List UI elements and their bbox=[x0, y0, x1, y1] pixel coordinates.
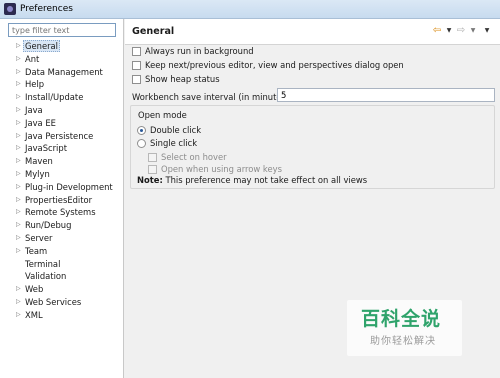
eclipse-app-icon bbox=[4, 3, 16, 15]
tree-item-validation[interactable]: Validation bbox=[0, 270, 124, 283]
preference-tree: ▷ General ▷ Ant ▷ Data Management ▷ Help ▷ In… bbox=[0, 40, 124, 322]
expand-arrow-icon[interactable]: ▷ bbox=[16, 66, 21, 79]
tree-item-javascript[interactable]: ▷ JavaScript bbox=[0, 142, 124, 155]
expand-arrow-icon[interactable]: ▷ bbox=[16, 142, 21, 155]
expand-arrow-icon[interactable]: ▷ bbox=[16, 155, 21, 168]
tree-item-team[interactable]: ▷ Team bbox=[0, 245, 124, 258]
tree-item-remote-systems[interactable]: ▷ Remote Systems bbox=[0, 206, 124, 219]
preference-navigation-pane: ▷General ▷Ant ▷Data Management ▷Help ▷In… bbox=[0, 19, 124, 378]
tree-item-java[interactable]: ▷ Java bbox=[0, 104, 124, 117]
forward-arrow-icon[interactable]: ⇨ bbox=[455, 25, 467, 37]
tree-item-general[interactable]: ▷ General bbox=[0, 40, 124, 53]
expand-arrow-icon[interactable]: ▷ bbox=[16, 91, 21, 104]
always-run-background-checkbox[interactable] bbox=[132, 46, 141, 56]
back-history-dropdown-icon[interactable]: ▼ bbox=[443, 25, 455, 37]
page-title: General bbox=[132, 26, 175, 37]
expand-arrow-icon[interactable]: ▷ bbox=[16, 104, 21, 117]
always-run-background-label: Always run in background bbox=[145, 46, 254, 56]
note-text: Note: This preference may not take effec… bbox=[137, 175, 367, 185]
tree-item-xml[interactable]: ▷ XML bbox=[0, 309, 124, 322]
open-arrow-keys-option[interactable]: Open when using arrow keys bbox=[148, 163, 282, 175]
watermark-sub-text: 助你轻松解决 bbox=[370, 336, 436, 347]
show-heap-status-option[interactable]: Show heap status bbox=[132, 73, 220, 85]
tree-item-run-debug[interactable]: ▷ Run/Debug bbox=[0, 219, 124, 232]
expand-arrow-icon[interactable]: ▷ bbox=[16, 232, 21, 245]
expand-arrow-icon[interactable]: ▷ bbox=[16, 117, 21, 130]
expand-arrow-icon[interactable]: ▷ bbox=[16, 40, 21, 53]
save-interval-label: Workbench save interval (in minutes): bbox=[132, 92, 292, 102]
expand-arrow-icon[interactable]: ▷ bbox=[16, 181, 21, 194]
open-mode-title: Open mode bbox=[138, 110, 187, 120]
open-arrow-keys-checkbox[interactable] bbox=[148, 164, 157, 174]
tree-item-java-persistence[interactable]: ▷ Java Persistence bbox=[0, 130, 124, 143]
double-click-option[interactable]: Double click bbox=[137, 124, 201, 136]
keep-dialog-open-label: Keep next/previous editor, view and pers… bbox=[145, 60, 404, 70]
tree-item-web[interactable]: ▷ Web bbox=[0, 283, 124, 296]
single-click-label: Single click bbox=[150, 138, 198, 148]
watermark-logo: 百科全说 助你轻松解决 bbox=[347, 300, 462, 356]
single-click-radio[interactable] bbox=[137, 138, 146, 148]
tree-item-mylyn[interactable]: ▷ Mylyn bbox=[0, 168, 124, 181]
tree-item-help[interactable]: ▷ Help bbox=[0, 78, 124, 91]
single-click-option[interactable]: Single click bbox=[137, 137, 197, 149]
expand-arrow-icon[interactable]: ▷ bbox=[16, 130, 21, 143]
always-run-background-option[interactable]: Always run in background bbox=[132, 45, 254, 57]
expand-arrow-icon[interactable]: ▷ bbox=[16, 194, 21, 207]
expand-arrow-icon[interactable]: ▷ bbox=[16, 206, 21, 219]
save-interval-field[interactable] bbox=[277, 88, 495, 102]
select-on-hover-checkbox[interactable] bbox=[148, 152, 157, 162]
open-arrow-keys-label: Open when using arrow keys bbox=[161, 164, 282, 174]
tree-item-plug-in-development[interactable]: ▷ Plug-in Development bbox=[0, 181, 124, 194]
filter-input[interactable] bbox=[8, 23, 116, 37]
select-on-hover-label: Select on hover bbox=[161, 152, 227, 162]
expand-arrow-icon[interactable]: ▷ bbox=[16, 219, 21, 232]
show-heap-status-label: Show heap status bbox=[145, 74, 220, 84]
expand-arrow-icon[interactable]: ▷ bbox=[16, 283, 21, 296]
tree-item-ant[interactable]: ▷ Ant bbox=[0, 53, 124, 66]
view-menu-icon[interactable]: ▼ bbox=[481, 25, 493, 37]
tree-item-maven[interactable]: ▷ Maven bbox=[0, 155, 124, 168]
watermark-main-text: 百科全说 bbox=[361, 308, 442, 330]
expand-arrow-icon[interactable]: ▷ bbox=[16, 78, 21, 91]
double-click-label: Double click bbox=[150, 125, 202, 135]
select-on-hover-option[interactable]: Select on hover bbox=[148, 151, 227, 163]
note-message: This preference may not take effect on a… bbox=[165, 175, 368, 185]
keep-dialog-open-checkbox[interactable] bbox=[132, 60, 141, 70]
title-bar: Preferences bbox=[0, 0, 500, 19]
expand-arrow-icon[interactable]: ▷ bbox=[16, 296, 21, 309]
note-label: Note: bbox=[137, 175, 163, 185]
forward-history-dropdown-icon[interactable]: ▼ bbox=[467, 25, 479, 37]
tree-item-server[interactable]: ▷ Server bbox=[0, 232, 124, 245]
back-arrow-icon[interactable]: ⇦ bbox=[431, 25, 443, 37]
tree-item-terminal[interactable]: Terminal bbox=[0, 258, 124, 271]
expand-arrow-icon[interactable]: ▷ bbox=[16, 245, 21, 258]
expand-arrow-icon[interactable]: ▷ bbox=[16, 309, 21, 322]
tree-item-install-update[interactable]: ▷ Install/Update bbox=[0, 91, 124, 104]
expand-arrow-icon[interactable]: ▷ bbox=[16, 168, 21, 181]
tree-item-web-services[interactable]: ▷ Web Services bbox=[0, 296, 124, 309]
tree-item-properties-editor[interactable]: ▷ PropertiesEditor bbox=[0, 194, 124, 207]
tree-item-data-management[interactable]: ▷ Data Management bbox=[0, 66, 124, 79]
open-mode-group: Open mode Double click Single click Sele… bbox=[130, 105, 495, 189]
tree-item-java-ee[interactable]: ▷ Java EE bbox=[0, 117, 124, 130]
window-title: Preferences bbox=[20, 4, 73, 14]
double-click-radio[interactable] bbox=[137, 125, 146, 135]
show-heap-status-checkbox[interactable] bbox=[132, 74, 141, 84]
page-header: General ⇦ ▼ ⇨ ▼ ▼ bbox=[125, 19, 500, 45]
expand-arrow-icon[interactable]: ▷ bbox=[16, 53, 21, 66]
keep-dialog-open-option[interactable]: Keep next/previous editor, view and pers… bbox=[132, 59, 404, 71]
